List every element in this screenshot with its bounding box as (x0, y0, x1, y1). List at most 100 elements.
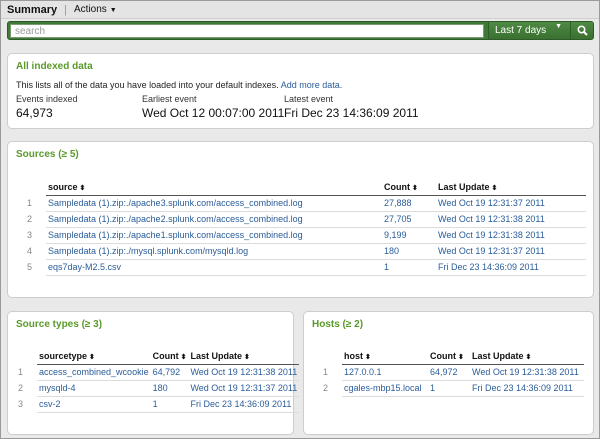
stat-label: Latest event (284, 94, 334, 104)
sort-arrows-icon: ⬍ (79, 185, 86, 193)
panel-title: All indexed data (16, 61, 93, 72)
event-count[interactable]: 180 (382, 243, 436, 260)
rownum-header (312, 349, 342, 364)
magnifier-icon (576, 25, 588, 36)
panel-title: Hosts (≥ 2) (312, 319, 364, 330)
column-header-sourcetype[interactable]: sourcetype ⬍ (37, 349, 151, 365)
source-name[interactable]: Sampledata (1).zip:./apache1.splunk.com/… (46, 227, 382, 244)
sourcetype-name[interactable]: mysqld-4 (37, 380, 151, 397)
sort-arrows-icon: ⬍ (89, 354, 95, 362)
app-bar-separator: | (64, 3, 67, 16)
row-number: 1 (322, 367, 328, 377)
last-update[interactable]: Wed Oct 19 12:31:38 2011 (436, 211, 586, 228)
sort-arrows-icon: ⬍ (365, 354, 371, 362)
last-update[interactable]: Wed Oct 19 12:31:38 2011 (188, 364, 300, 381)
search-input[interactable] (10, 24, 484, 38)
column-header-last-update[interactable]: Last Update ⬍ (470, 349, 584, 365)
table-row[interactable]: 2 cgales-mbp15.local 1 Fri Dec 23 14:36:09 … (312, 380, 584, 397)
actions-menu-label: Actions (74, 4, 107, 15)
sort-arrows-icon: ⬍ (458, 354, 464, 362)
event-count[interactable]: 180 (150, 380, 189, 397)
sourcetype-name[interactable]: csv-2 (37, 396, 151, 413)
sort-arrows-icon: ⬍ (243, 354, 250, 362)
last-update[interactable]: Wed Oct 19 12:31:38 2011 (470, 364, 584, 381)
time-range-label: Last 7 days (495, 25, 547, 36)
search-button[interactable] (570, 22, 593, 39)
event-count[interactable]: 1 (382, 259, 436, 276)
last-update[interactable]: Wed Oct 19 12:31:37 2011 (436, 243, 586, 260)
sources-table: source ⬍ Count ⬍ Last Update ⬍ 1 Sampledata … (16, 180, 586, 276)
hosts-table: host ⬍ Count ⬍ Last Update ⬍ 1 127.0.0.1 64,9… (312, 349, 584, 397)
stat-value: 64,973 (16, 106, 53, 120)
last-update[interactable]: Fri Dec 23 14:36:09 2011 (188, 396, 300, 413)
last-update[interactable]: Fri Dec 23 14:36:09 2011 (436, 259, 586, 276)
column-header-label: Last Update (472, 351, 524, 362)
caret-down-icon: ▼ (555, 23, 562, 30)
table-row[interactable]: 1 access_combined_wcookie 64,792 Wed Oct 19… (16, 364, 300, 381)
all-indexed-data-panel: All indexed data This lists all of the d… (7, 53, 594, 129)
column-header-count[interactable]: Count ⬍ (428, 349, 470, 365)
add-more-data-link[interactable]: Add more data. (281, 80, 343, 90)
row-number: 1 (18, 367, 24, 377)
event-count[interactable]: 9,199 (382, 227, 436, 244)
event-count[interactable]: 1 (150, 396, 189, 413)
event-count[interactable]: 1 (428, 380, 470, 397)
row-number: 3 (18, 399, 24, 409)
time-range-picker[interactable]: Last 7 days ▼ (488, 22, 570, 39)
search-bar: Last 7 days ▼ (7, 21, 594, 40)
column-header-label: Count (430, 351, 456, 362)
table-row[interactable]: 2 Sampledata (1).zip:./apache2.splunk.com… (16, 211, 586, 228)
column-header-last-update[interactable]: Last Update ⬍ (436, 180, 586, 196)
sort-arrows-icon: ⬍ (180, 354, 187, 362)
column-header-label: source (48, 182, 78, 193)
panel-title: Source types (≥ 3) (16, 319, 103, 330)
event-count[interactable]: 27,888 (382, 195, 436, 212)
column-header-label: Count (384, 182, 410, 193)
row-number: 3 (26, 230, 32, 240)
event-count[interactable]: 27,705 (382, 211, 436, 228)
table-row[interactable]: 2 mysqld-4 180 Wed Oct 19 12:31:37 2011 (16, 380, 300, 397)
sourcetype-name[interactable]: access_combined_wcookie (37, 364, 151, 381)
row-number: 2 (322, 383, 328, 393)
row-number: 2 (18, 383, 24, 393)
column-header-label: Count (152, 351, 179, 362)
table-header-row: sourcetype ⬍ Count ⬍ Last Update ⬍ (16, 349, 300, 365)
source-name[interactable]: Sampledata (1).zip:./apache2.splunk.com/… (46, 211, 382, 228)
latest-event-stat: Latest event Fri Dec 23 14:36:09 2011 (284, 94, 419, 120)
table-row[interactable]: 5 eqs7day-M2.5.csv 1 Fri Dec 23 14:36:09 20… (16, 259, 586, 276)
source-name[interactable]: Sampledata (1).zip:./apache3.splunk.com/… (46, 195, 382, 212)
last-update[interactable]: Wed Oct 19 12:31:37 2011 (188, 380, 300, 397)
column-header-count[interactable]: Count ⬍ (150, 349, 189, 365)
last-update[interactable]: Fri Dec 23 14:36:09 2011 (470, 380, 584, 397)
panel-description: This lists all of the data you have load… (16, 80, 342, 90)
last-update[interactable]: Wed Oct 19 12:31:38 2011 (436, 227, 586, 244)
host-name[interactable]: cgales-mbp15.local (342, 380, 428, 397)
earliest-event-stat: Earliest event Wed Oct 12 00:07:00 2011 (142, 94, 284, 120)
table-row[interactable]: 3 Sampledata (1).zip:./apache1.splunk.com… (16, 227, 586, 244)
events-indexed-stat: Events indexed 64,973 (16, 94, 78, 120)
rownum-header (16, 180, 46, 195)
table-row[interactable]: 1 Sampledata (1).zip:./apache3.splunk.com… (16, 195, 586, 212)
column-header-host[interactable]: host ⬍ (342, 349, 428, 365)
event-count[interactable]: 64,792 (150, 364, 189, 381)
host-name[interactable]: 127.0.0.1 (342, 364, 428, 381)
app-bar: Summary | Actions ▼ (1, 1, 599, 19)
last-update[interactable]: Wed Oct 19 12:31:37 2011 (436, 195, 586, 212)
source-name[interactable]: Sampledata (1).zip:./mysql.splunk.com/my… (46, 243, 382, 260)
event-count[interactable]: 64,972 (428, 364, 470, 381)
column-header-label: host (344, 351, 363, 362)
stat-value: Fri Dec 23 14:36:09 2011 (284, 106, 419, 120)
column-header-label: Last Update (438, 182, 490, 193)
source-name[interactable]: eqs7day-M2.5.csv (46, 259, 382, 276)
table-row[interactable]: 1 127.0.0.1 64,972 Wed Oct 19 12:31:38 2011 (312, 364, 584, 381)
column-header-label: sourcetype (39, 351, 88, 362)
hosts-panel: Hosts (≥ 2) host ⬍ Count ⬍ Last Update ⬍ 11… (303, 311, 594, 435)
row-number: 1 (26, 198, 32, 208)
sources-panel: Sources (≥ 5) source ⬍ Count ⬍ Last Update… (7, 141, 594, 298)
actions-menu[interactable]: Actions ▼ (74, 4, 117, 15)
table-row[interactable]: 4 Sampledata (1).zip:./mysql.splunk.com/m… (16, 243, 586, 260)
column-header-source[interactable]: source ⬍ (46, 180, 382, 196)
column-header-count[interactable]: Count ⬍ (382, 180, 436, 196)
table-row[interactable]: 3 csv-2 1 Fri Dec 23 14:36:09 2011 (16, 396, 300, 413)
column-header-last-update[interactable]: Last Update ⬍ (188, 349, 300, 365)
